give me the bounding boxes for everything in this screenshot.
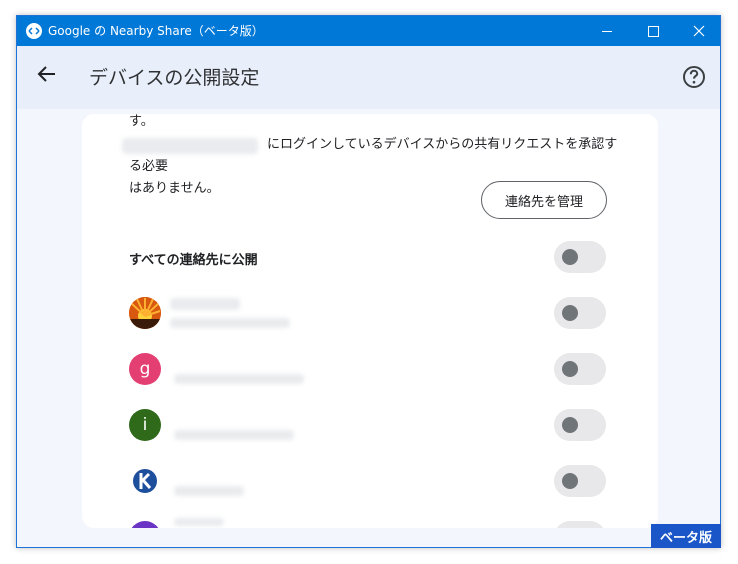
maximize-button[interactable] [630,16,676,46]
minimize-icon [602,30,612,32]
sunset-photo-icon [129,297,161,329]
help-circle-icon[interactable] [681,64,707,90]
manage-contacts-button[interactable]: 連絡先を管理 [481,181,607,219]
redacted-contact-email [174,374,304,384]
toggle-knob [562,473,578,489]
contact-toggle-5[interactable] [554,521,606,528]
contact-toggle-2[interactable] [554,353,606,385]
toggle-knob [562,361,578,377]
k-logo-icon [133,469,157,493]
window-title: Google の Nearby Share（ベータ版） [48,24,264,38]
contact-toggle-4[interactable] [554,465,606,497]
app-bar: デバイスの公開設定 [17,46,720,109]
app-window: Google の Nearby Share（ベータ版） デバイスの公開設定 す。… [16,15,721,548]
toggle-knob [562,417,578,433]
cut-off-text: す。 [129,114,154,129]
beta-badge: ベータ版 [651,524,721,548]
nearby-share-icon [26,23,42,39]
close-button[interactable] [676,16,720,46]
toggle-knob [562,249,578,265]
contact-avatar-2: g [129,353,161,385]
page-title: デバイスの公開設定 [89,67,260,89]
contact-toggle-1[interactable] [554,297,606,329]
redacted-contact-email [170,318,290,328]
redacted-contact-name [174,518,224,526]
contact-avatar-5 [129,521,161,528]
description-part1: にログインしているデバイスからの共有リクエストを承認する必要 [129,137,618,174]
description-part2: はありません。 [129,181,220,196]
arrow-left-icon[interactable] [35,62,59,86]
redacted-contact-name [170,298,240,310]
all-contacts-toggle[interactable] [554,241,606,273]
contact-avatar-3: i [129,409,161,441]
toggle-knob [562,305,578,321]
contact-avatar-1 [129,297,161,329]
contact-avatar-4 [129,465,161,497]
redacted-contact-email [174,486,244,496]
all-contacts-label: すべての連絡先に公開 [129,253,258,268]
visibility-card: す。 にログインしているデバイスからの共有リクエストを承認する必要 はありません… [82,114,658,528]
minimize-button[interactable] [584,16,630,46]
maximize-icon [647,25,659,37]
contact-toggle-3[interactable] [554,409,606,441]
redacted-contact-email [174,430,294,440]
close-icon [693,25,705,37]
title-bar[interactable]: Google の Nearby Share（ベータ版） [17,16,720,46]
